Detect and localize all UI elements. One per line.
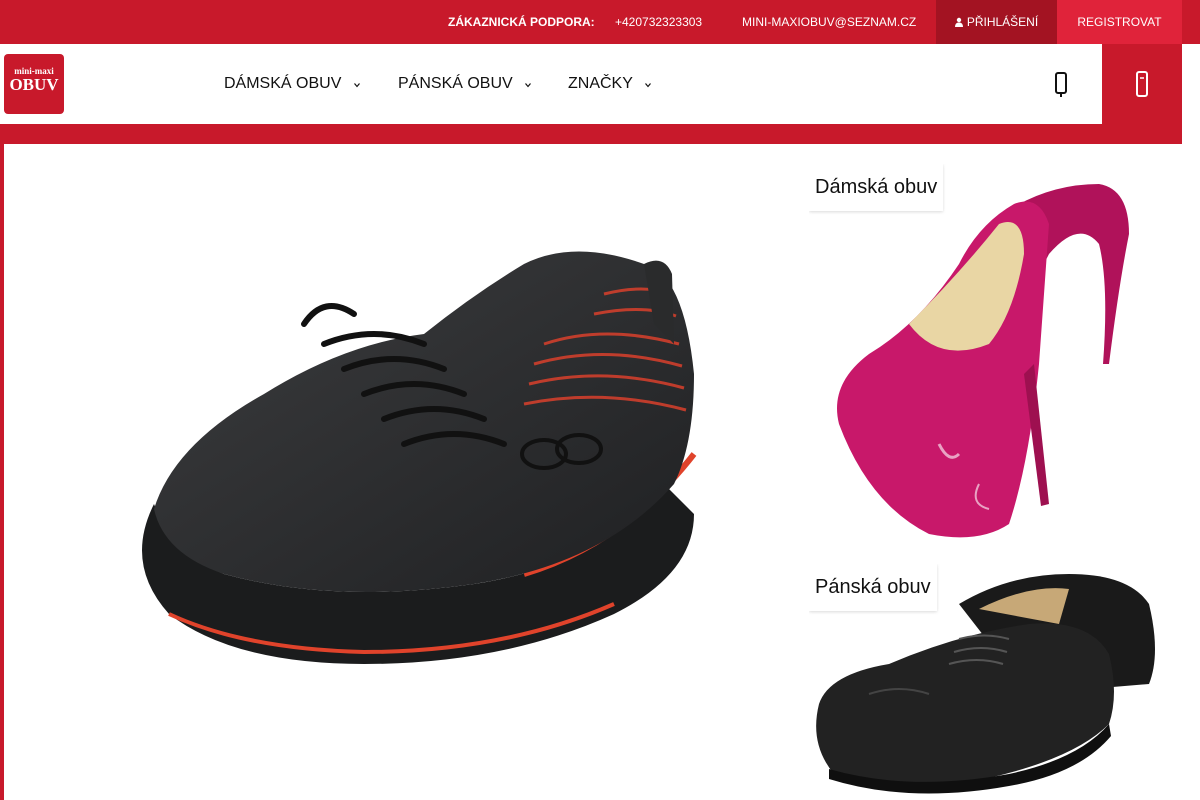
chevron-down-icon [353,45,360,125]
search-button[interactable] [1040,64,1084,104]
user-icon [954,17,963,27]
main-content: Dámská obuv Pánská obuv [4,144,1182,800]
women-shoe-image [837,184,1129,538]
slider-prev-button[interactable] [50,464,90,504]
nav-item-label: ZNAČKY [568,75,633,92]
top-bar: ZÁKAZNICKÁ PODPORA: +420732323303 MINI-M… [0,0,1200,44]
page-right-edge [1182,124,1200,800]
logo-big-text: OBUV [9,75,59,94]
search-icon [1055,72,1067,97]
login-label: PŘIHLÁŠENÍ [966,15,1039,29]
main-header: mini-maxi OBUV DÁMSKÁ OBUV PÁNSKÁ OBUV Z… [0,44,1200,124]
logo-small-text: mini-maxi [14,66,54,76]
chevron-down-icon [645,45,652,125]
support-label: ZÁKAZNICKÁ PODPORA: [448,15,595,29]
register-label: REGISTROVAT [1077,15,1162,29]
support-email-link[interactable]: MINI-MAXIOBUV@SEZNAM.CZ [742,0,916,44]
category-label-men[interactable]: Pánská obuv [809,564,937,611]
site-logo[interactable]: mini-maxi OBUV [4,54,64,114]
nav-item-label: PÁNSKÁ OBUV [398,75,513,92]
login-button[interactable]: PŘIHLÁŠENÍ [936,0,1057,44]
nav-item-women[interactable]: DÁMSKÁ OBUV [224,44,360,124]
chevron-down-icon [525,45,532,125]
header-edge [1182,44,1200,124]
nav-item-men[interactable]: PÁNSKÁ OBUV [398,44,532,125]
cart-icon [1136,71,1148,97]
nav-item-label: DÁMSKÁ OBUV [224,75,342,92]
category-label-women[interactable]: Dámská obuv [809,164,944,211]
category-card-men[interactable]: Pánská obuv [809,564,1164,800]
support-phone-link[interactable]: +420732323303 [615,0,702,44]
hero-slider[interactable] [4,144,794,800]
topbar-edge [1182,0,1200,44]
hero-sneaker-image [142,251,697,664]
nav-item-brands[interactable]: ZNAČKY [568,44,652,125]
cart-button[interactable] [1102,44,1182,124]
register-button[interactable]: REGISTROVAT [1057,0,1182,44]
category-card-women[interactable]: Dámská obuv [809,164,1164,540]
